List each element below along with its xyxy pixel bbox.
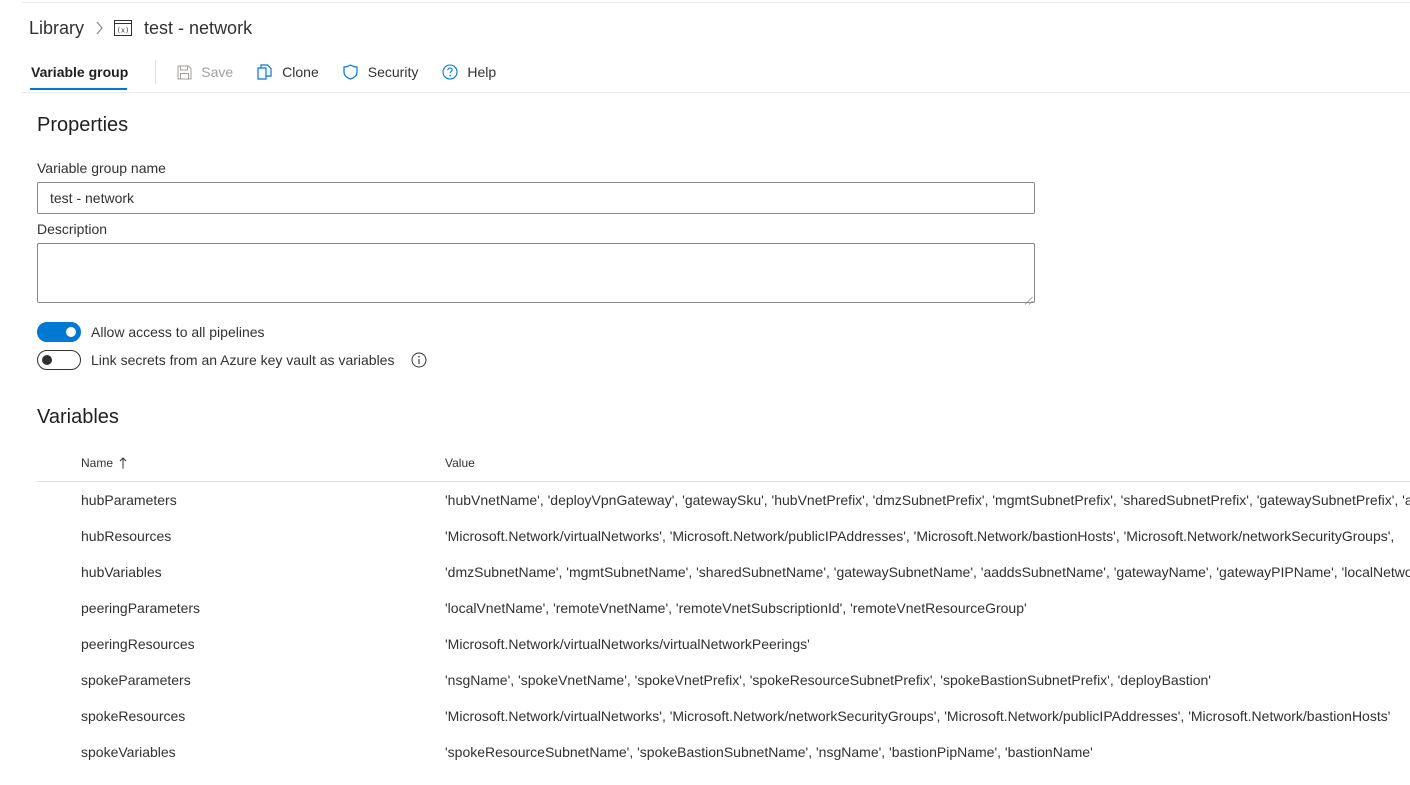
- link-secrets-label: Link secrets from an Azure key vault as …: [91, 352, 395, 368]
- description-input[interactable]: [37, 243, 1035, 305]
- toolbar-divider-line: [22, 92, 1410, 93]
- properties-heading: Properties: [37, 114, 129, 136]
- chevron-right-icon: [95, 21, 104, 35]
- table-row[interactable]: hubResources 'Microsoft.Network/virtualN…: [37, 518, 1410, 554]
- variable-group-name-value: test - network: [50, 190, 135, 206]
- variable-value: 'nsgName', 'spokeVnetName', 'spokeVnetPr…: [445, 672, 1211, 688]
- clone-button[interactable]: Clone: [257, 64, 319, 80]
- table-row[interactable]: peeringParameters 'localVnetName', 'remo…: [37, 590, 1410, 626]
- table-row[interactable]: spokeParameters 'nsgName', 'spokeVnetNam…: [37, 662, 1410, 698]
- info-icon[interactable]: [411, 352, 427, 368]
- table-row[interactable]: hubVariables 'dmzSubnetName', 'mgmtSubne…: [37, 554, 1410, 590]
- variables-table: Name Value hubParameters 'hubVnetName', …: [37, 445, 1410, 770]
- save-icon: [176, 64, 192, 80]
- help-icon: [442, 64, 458, 80]
- toolbar: Variable group Save Clone Security Help: [29, 54, 520, 90]
- toggle-knob: [66, 327, 76, 337]
- allow-access-toggle[interactable]: [37, 322, 81, 342]
- breadcrumb: Library (x) test - network: [29, 16, 252, 40]
- variable-name: hubVariables: [81, 564, 162, 580]
- variable-group-name-label: Variable group name: [37, 160, 166, 176]
- variable-name: hubParameters: [81, 492, 177, 508]
- security-label: Security: [367, 64, 419, 80]
- variable-value: 'localVnetName', 'remoteVnetName', 'remo…: [445, 600, 1027, 616]
- variable-group-page: Library (x) test - network Variable grou…: [0, 0, 1410, 785]
- shield-icon: [343, 64, 359, 80]
- variable-value: 'hubVnetName', 'deployVpnGateway', 'gate…: [445, 492, 1410, 508]
- table-row[interactable]: spokeVariables 'spokeResourceSubnetName'…: [37, 734, 1410, 770]
- variable-value: 'spokeResourceSubnetName', 'spokeBastion…: [445, 744, 1093, 760]
- column-header-value[interactable]: Value: [445, 456, 475, 470]
- variable-name: hubResources: [81, 528, 172, 544]
- link-secrets-row: Link secrets from an Azure key vault as …: [37, 350, 427, 370]
- table-row[interactable]: peeringResources 'Microsoft.Network/virt…: [37, 626, 1410, 662]
- table-row[interactable]: spokeResources 'Microsoft.Network/virtua…: [37, 698, 1410, 734]
- variables-heading: Variables: [37, 406, 119, 428]
- variable-value: 'Microsoft.Network/virtualNetworks', 'Mi…: [445, 708, 1391, 724]
- variable-name: peeringParameters: [81, 600, 201, 616]
- breadcrumb-current: test - network: [144, 17, 253, 38]
- breadcrumb-library-link[interactable]: Library: [29, 18, 84, 39]
- security-button[interactable]: Security: [343, 64, 419, 80]
- variable-name: spokeVariables: [81, 744, 176, 760]
- variable-value: 'Microsoft.Network/virtualNetworks/virtu…: [445, 636, 810, 652]
- variable-group-name-input[interactable]: test - network: [37, 182, 1035, 214]
- link-secrets-toggle[interactable]: [37, 350, 81, 370]
- svg-text:(x): (x): [117, 27, 130, 35]
- variable-group-icon: (x): [114, 20, 133, 36]
- toolbar-divider: [155, 60, 157, 84]
- allow-access-label: Allow access to all pipelines: [91, 324, 265, 340]
- toggle-knob: [42, 355, 52, 365]
- table-header: Name Value: [37, 445, 1410, 482]
- variable-name: spokeResources: [81, 708, 186, 724]
- column-header-name[interactable]: Name: [81, 456, 127, 470]
- save-button[interactable]: Save: [176, 64, 233, 80]
- clone-label: Clone: [282, 64, 319, 80]
- table-row[interactable]: hubParameters 'hubVnetName', 'deployVpnG…: [37, 482, 1410, 518]
- variable-value: 'dmzSubnetName', 'mgmtSubnetName', 'shar…: [445, 564, 1410, 580]
- variable-value: 'Microsoft.Network/virtualNetworks', 'Mi…: [445, 528, 1395, 544]
- help-label: Help: [467, 64, 497, 80]
- save-label: Save: [201, 64, 234, 80]
- allow-access-row: Allow access to all pipelines: [37, 322, 265, 342]
- help-button[interactable]: Help: [442, 64, 496, 80]
- variable-name: spokeParameters: [81, 672, 191, 688]
- sort-ascending-icon: [119, 457, 127, 469]
- column-header-name-label: Name: [81, 456, 114, 470]
- description-label: Description: [37, 221, 108, 237]
- tab-variable-group[interactable]: Variable group: [29, 54, 130, 90]
- resize-grip-icon[interactable]: [1024, 292, 1033, 305]
- variable-name: peeringResources: [81, 636, 195, 652]
- clone-icon: [257, 64, 273, 80]
- top-divider: [22, 2, 1410, 3]
